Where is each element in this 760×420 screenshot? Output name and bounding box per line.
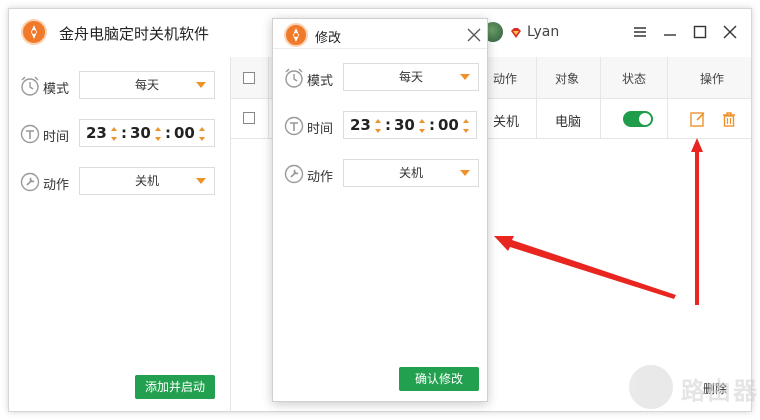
minute-field[interactable]: 30 xyxy=(130,124,151,142)
minimize-icon[interactable] xyxy=(661,23,679,41)
time-icon xyxy=(19,123,41,145)
dialog-mode-select[interactable]: 每天 xyxy=(343,63,479,91)
status-toggle[interactable] xyxy=(623,111,653,127)
router-watermark-icon xyxy=(629,365,673,409)
app-title: 金舟电脑定时关机软件 xyxy=(59,25,210,43)
mode-select-value: 每天 xyxy=(134,78,159,92)
colon-separator: : xyxy=(165,124,171,142)
close-icon[interactable] xyxy=(721,23,739,41)
column-divider xyxy=(268,57,269,139)
row-checkbox[interactable] xyxy=(243,112,255,124)
dialog-mode-label: 模式 xyxy=(307,74,334,89)
time-icon xyxy=(283,115,305,137)
dialog-title: 修改 xyxy=(315,31,342,46)
second-spinner-icon[interactable] xyxy=(199,125,205,143)
chevron-down-icon xyxy=(196,82,206,88)
menu-icon[interactable] xyxy=(631,23,649,41)
column-divider xyxy=(536,57,537,139)
hour-spinner-icon[interactable] xyxy=(111,125,117,143)
dialog-mode-value: 每天 xyxy=(398,70,423,84)
column-header-operation: 操作 xyxy=(700,72,725,86)
dialog-time-input[interactable]: 23 : 30 : 00 xyxy=(343,111,477,139)
minute-spinner-icon[interactable] xyxy=(155,125,161,143)
column-header-target: 对象 xyxy=(555,72,580,86)
dialog-mode-row: 模式 每天 xyxy=(283,63,479,93)
time-label: 时间 xyxy=(43,130,70,145)
mode-select[interactable]: 每天 xyxy=(79,71,215,99)
dialog-time-row: 时间 23 : 30 : 00 xyxy=(283,111,479,141)
vip-diamond-icon[interactable] xyxy=(509,25,523,39)
alarm-clock-icon xyxy=(19,75,41,97)
action-select-value: 关机 xyxy=(134,174,159,188)
second-field[interactable]: 00 xyxy=(438,116,459,134)
wrench-icon xyxy=(19,171,41,193)
minute-field[interactable]: 30 xyxy=(394,116,415,134)
app-logo-icon xyxy=(284,23,308,47)
maximize-icon[interactable] xyxy=(691,23,709,41)
action-select[interactable]: 关机 xyxy=(79,167,215,195)
chevron-down-icon xyxy=(460,170,470,176)
hour-field[interactable]: 23 xyxy=(86,124,107,142)
minute-spinner-icon[interactable] xyxy=(419,117,425,135)
confirm-edit-button[interactable]: 确认修改 xyxy=(399,367,479,391)
watermark-text: 路由器 xyxy=(681,377,759,405)
row-target: 电脑 xyxy=(555,115,582,130)
select-all-checkbox[interactable] xyxy=(243,72,255,84)
column-divider xyxy=(600,57,601,139)
edit-icon[interactable] xyxy=(689,110,707,128)
colon-separator: : xyxy=(121,124,127,142)
column-divider xyxy=(667,57,668,139)
hour-spinner-icon[interactable] xyxy=(375,117,381,135)
edit-dialog: 修改 模式 每天 时间 23 : 30 : 00 动作 关机 确认修改 xyxy=(272,18,488,402)
colon-separator: : xyxy=(385,116,391,134)
dialog-action-select[interactable]: 关机 xyxy=(343,159,479,187)
schedule-form: 模式 每天 时间 23 : 30 : 00 动作 关机 添加并启动 xyxy=(9,57,231,413)
watermark: 路由器 xyxy=(629,363,759,413)
dialog-action-label: 动作 xyxy=(307,170,334,185)
hour-field[interactable]: 23 xyxy=(350,116,371,134)
dialog-action-value: 关机 xyxy=(398,166,423,180)
second-field[interactable]: 00 xyxy=(174,124,195,142)
chevron-down-icon xyxy=(196,178,206,184)
wrench-icon xyxy=(283,163,305,185)
mode-label: 模式 xyxy=(43,82,70,97)
dialog-close-icon[interactable] xyxy=(467,27,481,42)
mode-row: 模式 每天 xyxy=(19,71,225,101)
action-row: 动作 关机 xyxy=(19,167,225,197)
chevron-down-icon xyxy=(460,74,470,80)
colon-separator: : xyxy=(429,116,435,134)
column-header-action: 动作 xyxy=(493,72,518,86)
trash-icon[interactable] xyxy=(720,110,738,128)
second-spinner-icon[interactable] xyxy=(463,117,469,135)
time-input[interactable]: 23 : 30 : 00 xyxy=(79,119,215,147)
dialog-title-bar: 修改 xyxy=(273,19,487,49)
column-header-status: 状态 xyxy=(622,72,647,86)
dialog-action-row: 动作 关机 xyxy=(283,159,479,189)
alarm-clock-icon xyxy=(283,67,305,89)
app-logo-icon xyxy=(21,19,47,45)
action-label: 动作 xyxy=(43,178,70,193)
add-and-start-button[interactable]: 添加并启动 xyxy=(135,375,215,399)
time-row: 时间 23 : 30 : 00 xyxy=(19,119,225,149)
row-action: 关机 xyxy=(493,115,520,130)
dialog-time-label: 时间 xyxy=(307,122,334,137)
username[interactable]: Lyan xyxy=(527,24,559,40)
